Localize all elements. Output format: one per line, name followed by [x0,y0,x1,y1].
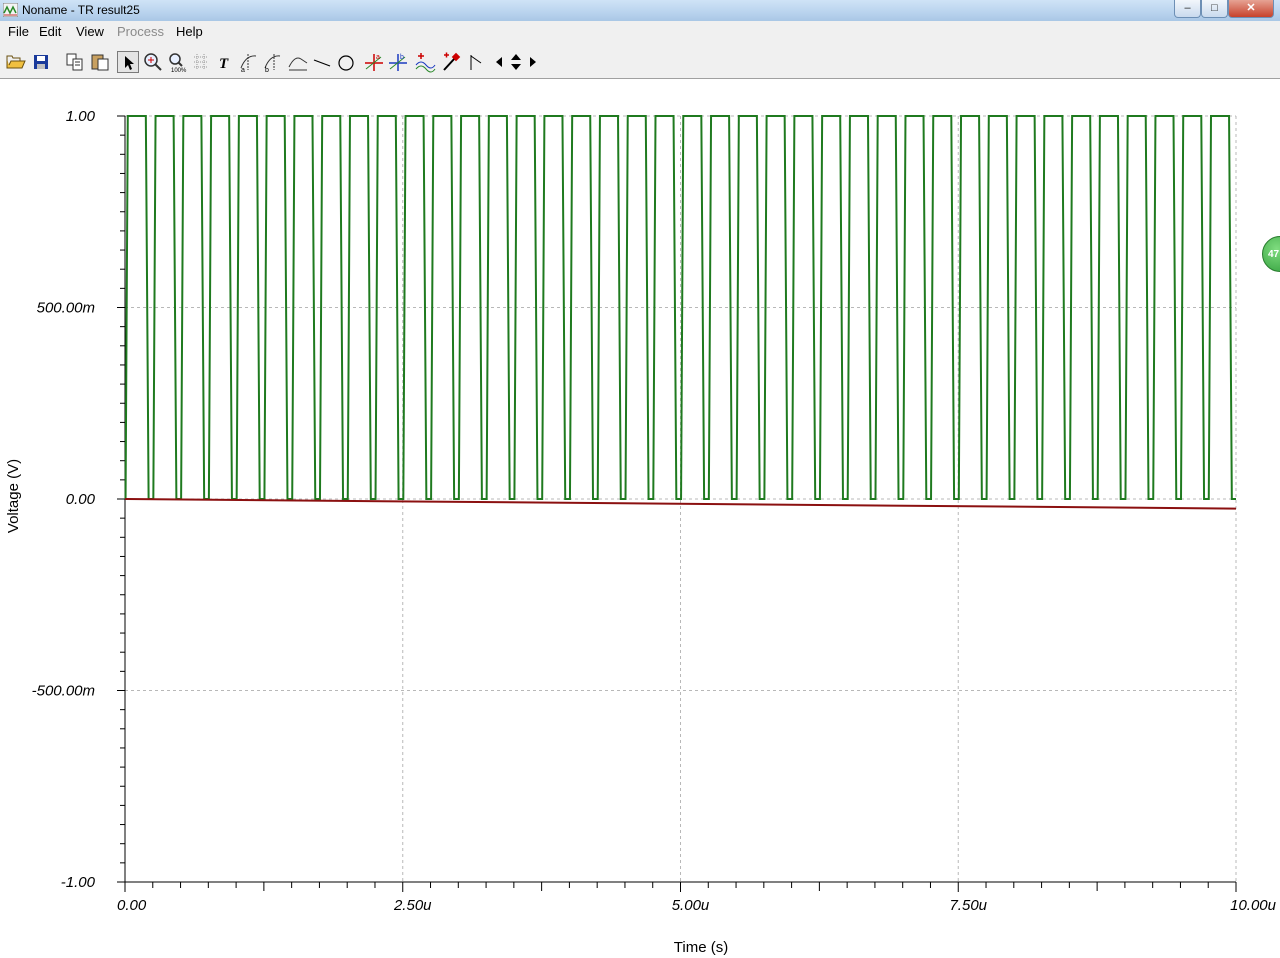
cursor-diff-icon[interactable] [287,51,309,73]
toolbar: 100% T a b a b [0,41,1280,79]
save-icon[interactable] [30,51,52,73]
y-tick-label: 1.00 [66,108,96,125]
line-icon[interactable] [311,51,333,73]
zoom-in-icon[interactable] [142,51,164,73]
svg-text:a: a [376,54,380,61]
menu-edit[interactable]: Edit [39,24,61,39]
paste-icon[interactable] [89,51,111,73]
ellipse-icon[interactable] [335,51,357,73]
window-title: Noname - TR result25 [22,3,140,17]
menu-view[interactable]: View [76,24,104,39]
y-axis-title: Voltage (V) [5,459,22,533]
chart: 0.00 2.50u 5.00u 7.50u 10.00u 1.00 500.00m 0.00… [5,108,1277,956]
title-bar: Noname - TR result25 – □ ✕ [0,0,1280,21]
menu-file[interactable]: File [8,24,29,39]
pan-left-icon[interactable] [492,51,506,73]
y-tick-label: 0.00 [66,491,96,508]
cursor-b-icon[interactable]: b [262,51,284,73]
marker-a-icon[interactable]: a [363,51,385,73]
chart-series [124,115,1237,510]
svg-text:a: a [241,67,245,73]
y-tick-label: -1.00 [61,874,96,891]
open-folder-icon[interactable] [5,51,27,73]
copy-icon[interactable] [64,51,86,73]
close-button[interactable]: ✕ [1228,0,1274,18]
svg-text:b: b [400,54,404,61]
probe-icon[interactable] [440,51,462,73]
maximize-button[interactable]: □ [1201,0,1228,18]
text-icon[interactable]: T [214,51,236,73]
add-curve-icon[interactable] [414,51,436,73]
grid-icon[interactable] [190,51,212,73]
cursor-a-icon[interactable]: a [238,51,260,73]
y-tick-label: 500.00m [37,300,95,317]
x-tick-label: 2.50u [393,897,432,914]
zoom-100-icon[interactable]: 100% [166,51,188,73]
x-tick-label: 10.00u [1230,897,1277,914]
minimize-button[interactable]: – [1174,0,1201,18]
pan-updown-icon[interactable] [507,51,525,73]
x-tick-label: 0.00 [117,897,147,914]
select-arrow-icon[interactable] [117,51,139,73]
svg-text:b: b [265,67,269,73]
menu-process: Process [117,24,164,39]
x-axis-title: Time (s) [674,939,728,956]
pan-right-icon[interactable] [526,51,540,73]
x-tick-label: 5.00u [672,897,710,914]
y-tick-label: -500.00m [32,683,95,700]
app-icon [3,3,18,17]
svg-text:T: T [219,56,229,72]
menu-bar: File Edit View Process Help [0,21,1280,41]
flag-icon[interactable] [465,51,487,73]
x-tick-label: 7.50u [949,897,987,914]
svg-text:100%: 100% [171,68,187,73]
menu-help[interactable]: Help [176,24,203,39]
marker-b-icon[interactable]: b [387,51,409,73]
